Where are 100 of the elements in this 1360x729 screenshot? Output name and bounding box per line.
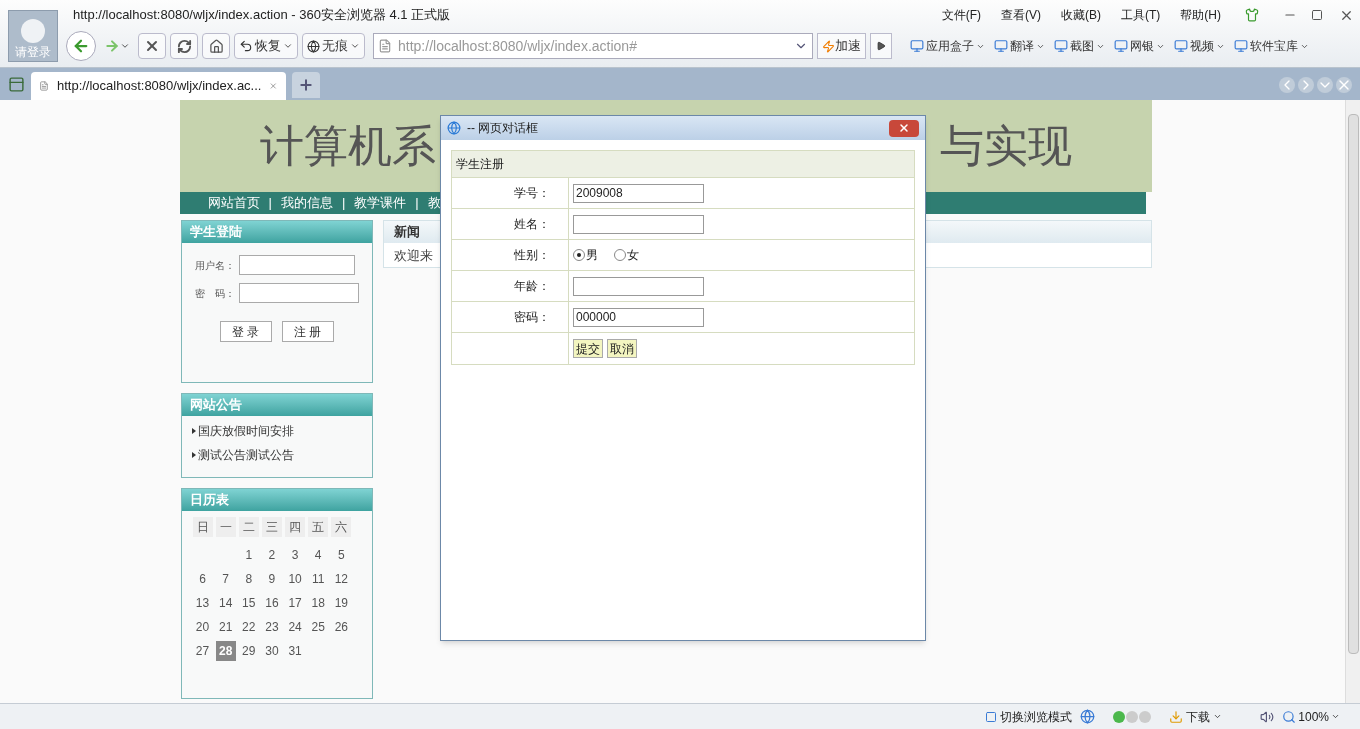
notice-text[interactable]: 国庆放假时间安排 (197, 422, 294, 440)
weekday-header: 一 (215, 517, 236, 537)
calendar-cell-text: 16 (264, 595, 280, 612)
nav-link[interactable]: 教学课件 (354, 193, 407, 213)
nav-link[interactable]: 网站首页 (207, 193, 260, 213)
radio-button[interactable] (573, 249, 585, 261)
calendar-cell-text: 12 (333, 571, 349, 588)
calendar-cell-text: 11 (310, 571, 326, 588)
speedup-button[interactable]: 加速 (817, 33, 866, 59)
download-button[interactable]: 下载 (1169, 707, 1223, 726)
radio-label[interactable]: 男 (586, 246, 598, 264)
text-field[interactable]: 000000 (573, 307, 704, 327)
field-label: 学号： (514, 185, 550, 202)
nav-link[interactable]: 我的信息 (280, 193, 333, 213)
tab-list-icon[interactable] (1317, 77, 1333, 93)
text-field[interactable] (573, 214, 704, 234)
go-button[interactable] (870, 33, 892, 59)
calendar-cell-text: 2 (267, 547, 277, 564)
calendar-cell-text: 29 (241, 643, 257, 660)
scroll-thumb[interactable] (1347, 114, 1359, 654)
menu-item[interactable]: 帮助(H) (1180, 6, 1221, 24)
weekday-header: 四 (285, 517, 306, 537)
toggle-dots-icon[interactable] (1113, 710, 1152, 723)
bullet-icon (191, 452, 196, 458)
password-field[interactable] (238, 283, 359, 303)
notice-link[interactable]: 国庆放假时间安排 (191, 422, 362, 440)
file-text-icon (39, 79, 49, 93)
calendar-cell-text: 6 (198, 571, 207, 588)
undo2-icon (239, 39, 253, 53)
text-field[interactable] (573, 276, 704, 296)
calendar-cell-text: 10 (287, 571, 303, 588)
site-title: 与实现 (939, 120, 1072, 172)
form-button[interactable]: 登 录 (219, 321, 272, 342)
refresh-button[interactable] (170, 33, 198, 59)
chevron-down-icon (350, 41, 360, 51)
radio-label[interactable]: 女 (627, 246, 639, 264)
panel-header: 网站公告 (181, 394, 372, 416)
calendar-cell-text: 26 (333, 619, 349, 636)
calendar-cell-text: 5 (337, 547, 346, 564)
monitor-icon (1114, 39, 1128, 53)
zoom-button[interactable]: 100% (1282, 707, 1340, 726)
notice-text[interactable]: 测试公告测试公告 (197, 446, 294, 464)
stop-button[interactable] (138, 33, 166, 59)
back-button[interactable] (66, 31, 96, 61)
globe-icon[interactable] (1080, 709, 1096, 724)
monitor-icon (994, 39, 1008, 53)
plus-icon (298, 77, 314, 93)
addon-button[interactable]: 翻译 (994, 37, 1045, 55)
username-field[interactable] (238, 255, 355, 275)
refresh-cw-icon (176, 38, 192, 54)
weekday-header: 五 (308, 517, 329, 537)
home-button[interactable] (202, 33, 230, 59)
square-icon (985, 710, 998, 723)
menu-item[interactable]: 文件(F) (941, 6, 981, 24)
arrow-right-icon (104, 38, 120, 54)
scrollbar[interactable] (1345, 100, 1360, 703)
calendar-cell-text: 30 (264, 643, 280, 660)
notice-link[interactable]: 测试公告测试公告 (191, 446, 362, 464)
calendar-cell-text: 14 (217, 595, 234, 612)
new-tab-button[interactable] (292, 72, 320, 98)
browser-tab[interactable]: http://localhost:8080/wljx/index.ac... (31, 72, 286, 100)
field-label: 用户名： (194, 258, 235, 273)
calendar-cell-text: 15 (241, 595, 257, 612)
addon-button[interactable]: 应用盒子 (910, 37, 985, 55)
play-icon (876, 41, 886, 51)
incognito-button[interactable]: 无痕 (302, 33, 365, 59)
menu-item[interactable]: 收藏(B) (1061, 6, 1101, 24)
monitor-icon (1054, 39, 1068, 53)
menu-item[interactable]: 查看(V) (1001, 6, 1041, 24)
zap-icon (822, 39, 835, 53)
close-tab-icon[interactable] (1336, 77, 1352, 93)
form-button[interactable]: 注 册 (281, 321, 334, 342)
panel-header: 学生登陆 (181, 221, 372, 243)
site-title: 计算机系 (259, 120, 436, 172)
maximize-icon[interactable] (1311, 9, 1323, 21)
calendar-cell-text: 8 (244, 571, 254, 588)
sidebar-toggle-icon[interactable] (8, 76, 25, 93)
calendar-cell-text: 19 (333, 595, 349, 612)
dialog-close-button[interactable] (889, 119, 919, 137)
scroll-right-icon[interactable] (1298, 77, 1314, 93)
nav-link[interactable]: 教 (427, 193, 441, 213)
addon-button[interactable]: 视频 (1174, 37, 1225, 55)
volume-icon[interactable] (1260, 709, 1275, 724)
addon-button[interactable]: 网银 (1114, 37, 1165, 55)
addon-button[interactable]: 截图 (1054, 37, 1105, 55)
bullet-icon (191, 428, 196, 434)
browse-mode-button[interactable]: 切换浏览模式 (985, 707, 1073, 726)
radio-button[interactable] (614, 249, 626, 261)
field-label: 年龄： (514, 278, 550, 295)
field-label: 密码： (514, 309, 550, 326)
x-icon (144, 38, 160, 54)
menu-item[interactable]: 工具(T) (1121, 6, 1161, 24)
text-field[interactable]: 2009008 (573, 183, 704, 203)
form-button[interactable]: 提交 (573, 339, 603, 358)
news-text: 欢迎来 (393, 247, 433, 265)
form-button[interactable]: 取消 (607, 339, 637, 358)
restore-button[interactable]: 恢复 (234, 33, 298, 59)
calendar-cell-text: 4 (313, 547, 323, 564)
addon-button[interactable]: 软件宝库 (1234, 37, 1309, 55)
scroll-left-icon[interactable] (1279, 77, 1295, 93)
